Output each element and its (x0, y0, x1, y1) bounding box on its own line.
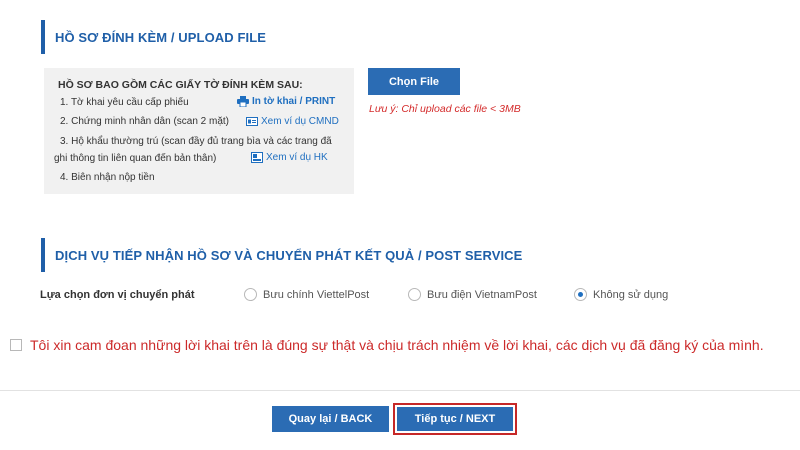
radio-vietnampost-label: Bưu điện VietnamPost (427, 288, 537, 301)
footer-divider (0, 390, 800, 391)
print-form-link-label: In tờ khai / PRINT (252, 96, 336, 107)
next-button[interactable]: Tiếp tục / NEXT (397, 407, 513, 431)
id-card-icon (246, 117, 258, 126)
radio-not-used-circle[interactable] (574, 288, 587, 301)
hk-example-link-label: Xem ví dụ HK (266, 152, 328, 163)
hk-example-link[interactable]: Xem ví dụ HK (251, 152, 328, 163)
print-form-link[interactable]: In tờ khai / PRINT (237, 96, 335, 107)
printer-icon (237, 96, 249, 107)
next-button-highlight: Tiếp tục / NEXT (393, 403, 517, 435)
required-documents-box: HỒ SƠ BAO GỒM CÁC GIẤY TỜ ĐÍNH KÈM SAU: … (44, 68, 354, 194)
radio-vietnampost[interactable]: Bưu điện VietnamPost (408, 288, 537, 301)
doc-item-3-cont: ghi thông tin liên quan đến bản thân) (54, 153, 217, 164)
agreement-row: Tôi xin cam đoan những lời khai trên là … (10, 337, 764, 353)
post-service-section-title: DỊCH VỤ TIẾP NHẬN HỒ SƠ VÀ CHUYỂN PHÁT K… (41, 238, 522, 272)
choose-file-button[interactable]: Chọn File (368, 68, 460, 95)
delivery-field-label: Lựa chọn đơn vị chuyển phát (40, 289, 195, 301)
documents-heading: HỒ SƠ BAO GỒM CÁC GIẤY TỜ ĐÍNH KÈM SAU: (58, 79, 303, 91)
doc-item-4: 4. Biên nhận nộp tiền (60, 172, 155, 183)
doc-item-3: 3. Hộ khẩu thường trú (scan đầy đủ trang… (60, 136, 332, 147)
radio-viettelpost[interactable]: Bưu chính ViettelPost (244, 288, 369, 301)
radio-not-used-label: Không sử dụng (593, 288, 669, 301)
radio-viettelpost-label: Bưu chính ViettelPost (263, 288, 370, 301)
upload-section-title: HỒ SƠ ĐÍNH KÈM / UPLOAD FILE (41, 20, 266, 54)
cmnd-example-link-label: Xem ví dụ CMND (261, 116, 339, 127)
radio-vietnampost-circle[interactable] (408, 288, 421, 301)
agreement-checkbox[interactable] (10, 339, 22, 351)
doc-item-2: 2. Chứng minh nhân dân (scan 2 mặt) (60, 116, 230, 127)
doc-item-1: 1. Tờ khai yêu cầu cấp phiếu (60, 97, 189, 108)
back-button[interactable]: Quay lại / BACK (272, 406, 389, 432)
radio-not-used[interactable]: Không sử dụng (574, 288, 668, 301)
agreement-text: Tôi xin cam đoan những lời khai trên là … (30, 337, 764, 353)
upload-size-note: Lưu ý: Chỉ upload các file < 3MB (369, 103, 521, 115)
image-icon (251, 152, 263, 163)
radio-viettelpost-circle[interactable] (244, 288, 257, 301)
delivery-option-group: Lựa chọn đơn vị chuyển phát Bưu chính Vi… (40, 288, 800, 304)
cmnd-example-link[interactable]: Xem ví dụ CMND (246, 116, 339, 127)
